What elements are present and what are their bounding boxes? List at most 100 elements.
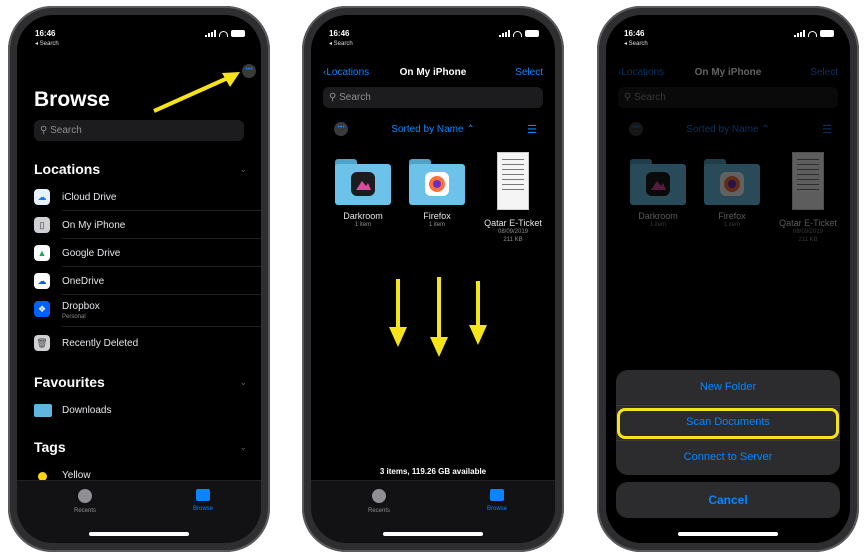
search-input[interactable]: ⚲ Search bbox=[34, 120, 244, 141]
clock-icon bbox=[78, 489, 92, 503]
location-item-google-drive[interactable]: ▲ Google Drive bbox=[34, 239, 261, 267]
battery-icon bbox=[820, 30, 834, 37]
location-label: Dropbox bbox=[62, 301, 100, 312]
screen: 16:46 ◂ Search ••• Browse ⚲ Search Locat… bbox=[17, 15, 261, 543]
phone-browse: 16:46 ◂ Search ••• Browse ⚲ Search Locat… bbox=[8, 6, 270, 552]
tab-browse[interactable]: Browse bbox=[467, 489, 527, 512]
new-folder-button[interactable]: New Folder bbox=[616, 370, 840, 405]
file-item-qatar-eticket[interactable]: Qatar E-Ticket 08/09/2019 211 KB bbox=[473, 152, 553, 244]
divider bbox=[62, 326, 261, 327]
location-sublabel: Personal bbox=[62, 314, 86, 320]
status-time: 16:46 bbox=[329, 29, 350, 38]
sort-bar: ••• Sorted by Name ⌃ ☰ bbox=[311, 122, 555, 140]
document-thumbnail bbox=[497, 152, 529, 210]
folder-icon bbox=[34, 404, 52, 417]
file-meta-size: 211 KB bbox=[503, 237, 523, 243]
phone-action-sheet: 16:46 ◂ Search ‹Locations On My iPhone S… bbox=[597, 6, 859, 552]
chevron-down-icon[interactable]: ⌄ bbox=[239, 164, 247, 175]
tab-recents[interactable]: Recents bbox=[349, 489, 409, 514]
page-title: Browse bbox=[34, 88, 110, 111]
scan-documents-highlight bbox=[617, 408, 839, 439]
status-icons bbox=[499, 30, 539, 37]
status-time: 16:46 bbox=[35, 29, 56, 38]
phone-on-my-iphone: 16:46 ◂ Search ‹Locations On My iPhone S… bbox=[302, 6, 564, 552]
search-placeholder: Search bbox=[339, 92, 371, 103]
notch bbox=[369, 15, 497, 37]
chevron-down-icon[interactable]: ⌄ bbox=[239, 442, 247, 453]
location-item-dropbox[interactable]: ❖ Dropbox Personal bbox=[34, 295, 261, 327]
tab-label: Browse bbox=[192, 506, 213, 512]
sort-button[interactable]: Sorted by Name ⌃ bbox=[311, 124, 555, 135]
location-item-on-my-iphone[interactable]: ▯ On My iPhone bbox=[34, 211, 261, 239]
signal-icon bbox=[794, 30, 805, 37]
select-button[interactable]: Select bbox=[515, 67, 543, 78]
status-icons bbox=[205, 30, 245, 37]
onedrive-icon: ☁ bbox=[34, 273, 50, 289]
location-item-onedrive[interactable]: ☁ OneDrive bbox=[34, 267, 261, 295]
screen: 16:46 ◂ Search ‹Locations On My iPhone S… bbox=[311, 15, 555, 543]
tab-bar: Recents Browse bbox=[311, 480, 555, 543]
firefox-app-icon bbox=[425, 172, 449, 196]
yellow-down-arrows-icon bbox=[389, 277, 487, 357]
yellow-arrow-icon bbox=[153, 72, 240, 113]
connect-to-server-button[interactable]: Connect to Server bbox=[616, 440, 840, 475]
notch bbox=[75, 15, 203, 37]
home-indicator bbox=[678, 532, 778, 536]
tab-browse[interactable]: Browse bbox=[173, 489, 233, 512]
tab-bar: Recents Browse bbox=[17, 480, 261, 543]
location-label: OneDrive bbox=[62, 276, 105, 287]
folder-icon bbox=[335, 159, 391, 205]
tags-header[interactable]: Tags bbox=[34, 439, 66, 455]
locations-header[interactable]: Locations bbox=[34, 161, 100, 177]
home-indicator bbox=[89, 532, 189, 536]
screen: 16:46 ◂ Search ‹Locations On My iPhone S… bbox=[606, 15, 850, 543]
location-label: iCloud Drive bbox=[62, 192, 117, 203]
icloud-icon: ☁ bbox=[34, 189, 50, 205]
list-view-icon[interactable]: ☰ bbox=[527, 123, 537, 136]
home-indicator bbox=[383, 532, 483, 536]
nav-bar: ‹Locations On My iPhone Select bbox=[311, 65, 555, 85]
status-icons bbox=[794, 30, 834, 37]
cancel-button[interactable]: Cancel bbox=[616, 482, 840, 518]
location-item-recently-deleted[interactable]: 🗑 Recently Deleted bbox=[34, 329, 261, 357]
file-name: Firefox bbox=[423, 211, 451, 221]
battery-icon bbox=[525, 30, 539, 37]
location-label: On My iPhone bbox=[62, 220, 126, 231]
favourite-item-downloads[interactable]: Downloads bbox=[34, 396, 261, 424]
location-label: Recently Deleted bbox=[62, 338, 139, 349]
file-meta: 1 item bbox=[354, 222, 372, 228]
tab-label: Recents bbox=[367, 508, 390, 514]
chevron-down-icon[interactable]: ⌄ bbox=[239, 377, 247, 388]
location-item-icloud[interactable]: ☁ iCloud Drive bbox=[34, 183, 261, 211]
signal-icon bbox=[499, 30, 510, 37]
location-label: Google Drive bbox=[62, 248, 121, 259]
file-item-darkroom[interactable]: Darkroom 1 item bbox=[323, 159, 403, 229]
file-meta-date: 08/09/2019 bbox=[497, 229, 529, 235]
tab-label: Browse bbox=[486, 506, 507, 512]
search-icon: ⚲ bbox=[40, 125, 48, 136]
folder-icon bbox=[196, 489, 210, 501]
favourite-label: Downloads bbox=[62, 405, 112, 416]
file-name: Darkroom bbox=[343, 211, 383, 221]
search-icon: ⚲ bbox=[329, 92, 337, 103]
favourites-header[interactable]: Favourites bbox=[34, 374, 105, 390]
clock-icon bbox=[372, 489, 386, 503]
signal-icon bbox=[205, 30, 216, 37]
tab-recents[interactable]: Recents bbox=[55, 489, 115, 514]
dropbox-icon: ❖ bbox=[34, 301, 50, 317]
battery-icon bbox=[231, 30, 245, 37]
wifi-icon bbox=[513, 30, 522, 37]
file-item-firefox[interactable]: Firefox 1 item bbox=[397, 159, 477, 229]
wifi-icon bbox=[219, 30, 228, 37]
folder-icon bbox=[409, 159, 465, 205]
status-back[interactable]: ◂ Search bbox=[329, 40, 353, 47]
status-time: 16:46 bbox=[624, 29, 645, 38]
folder-icon bbox=[490, 489, 504, 501]
status-back[interactable]: ◂ Search bbox=[35, 40, 59, 47]
iphone-icon: ▯ bbox=[34, 217, 50, 233]
status-back[interactable]: ◂ Search bbox=[624, 40, 648, 47]
trash-icon: 🗑 bbox=[34, 335, 50, 351]
wifi-icon bbox=[808, 30, 817, 37]
storage-status: 3 items, 119.26 GB available bbox=[379, 467, 487, 476]
search-input[interactable]: ⚲ Search bbox=[323, 87, 543, 108]
